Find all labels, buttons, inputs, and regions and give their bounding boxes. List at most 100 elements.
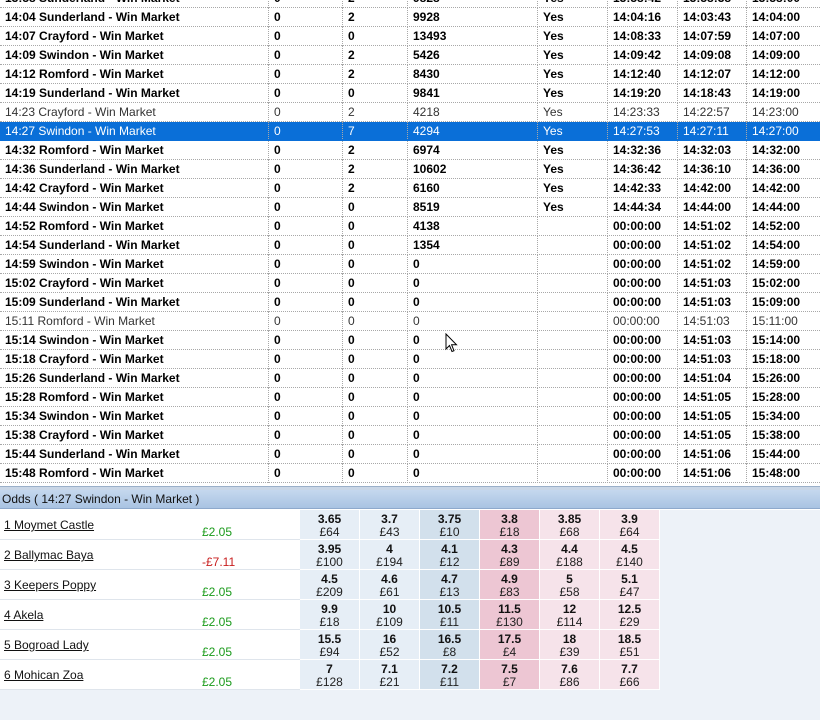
time-2-cell: 14:36:10 [677, 160, 746, 179]
runner-name-link[interactable]: 1 Moymet Castle [4, 518, 94, 532]
runner-name-cell: 3 Keepers Poppy [0, 570, 200, 600]
lay-price-cell[interactable]: 5.1 £47 [600, 570, 660, 600]
market-row[interactable]: 15:14 Swindon - Win Market 0 0 0 00:00:00 14:… [0, 331, 820, 350]
market-row[interactable]: 14:32 Romford - Win Market 0 2 6974 Yes 14:32… [0, 141, 820, 160]
back-price-cell[interactable]: 3.75 £10 [420, 510, 480, 540]
runner-name-cell: 5 Bogroad Lady [0, 630, 200, 660]
market-row[interactable]: 15:38 Crayford - Win Market 0 0 0 00:00:00 14… [0, 426, 820, 445]
runner-name-link[interactable]: 6 Mohican Zoa [4, 668, 83, 682]
back-price-cell[interactable]: 4 £194 [360, 540, 420, 570]
market-row[interactable]: 14:44 Swindon - Win Market 0 0 8519 Yes 14:44… [0, 198, 820, 217]
time-1-cell: 00:00:00 [607, 445, 677, 464]
market-name-cell: 14:27 Swindon - Win Market [5, 124, 156, 138]
runner-name-link[interactable]: 3 Keepers Poppy [4, 578, 96, 592]
matched-cell: 0 [407, 255, 537, 274]
market-row[interactable]: 14:36 Sunderland - Win Market 0 2 10602 Yes 1… [0, 160, 820, 179]
lay-price-cell[interactable]: 3.8 £18 [480, 510, 540, 540]
back-price-cell[interactable]: 10 £109 [360, 600, 420, 630]
back-price: 3.75 [437, 512, 462, 526]
market-row[interactable]: 15:34 Swindon - Win Market 0 0 0 00:00:00 14:… [0, 407, 820, 426]
time-2-cell: 14:51:05 [677, 407, 746, 426]
time-2-cell: 14:12:07 [677, 65, 746, 84]
matched-cell: 0 [407, 407, 537, 426]
market-row[interactable]: 14:04 Sunderland - Win Market 0 2 9928 Yes 14… [0, 8, 820, 27]
market-name-cell: 14:19 Sunderland - Win Market [5, 86, 180, 100]
market-row[interactable]: 14:23 Crayford - Win Market 0 2 4218 Yes 14:2… [0, 103, 820, 122]
back-price-cell[interactable]: 4.6 £61 [360, 570, 420, 600]
market-row[interactable]: 14:52 Romford - Win Market 0 0 4138 00:00:00… [0, 217, 820, 236]
lay-price-cell[interactable]: 4.9 £83 [480, 570, 540, 600]
market-row[interactable]: 15:02 Crayford - Win Market 0 0 0 00:00:00 14… [0, 274, 820, 293]
markets-grid[interactable]: 13:58 Sunderland - Win Market029828Yes13… [0, 0, 820, 489]
market-row[interactable]: 15:48 Romford - Win Market 0 0 0 00:00:00 14:… [0, 464, 820, 483]
market-row[interactable]: 13:58 Sunderland - Win Market029828Yes13… [0, 0, 820, 8]
back-price-cell[interactable]: 7.1 £21 [360, 660, 420, 690]
market-row[interactable]: 14:42 Crayford - Win Market 0 2 6160 Yes 14:4… [0, 179, 820, 198]
back-price-cell[interactable]: 16.5 £8 [420, 630, 480, 660]
time-2-cell: 14:44:00 [677, 198, 746, 217]
back-price-cell[interactable]: 4.5 £209 [300, 570, 360, 600]
back-price-cell[interactable]: 16 £52 [360, 630, 420, 660]
market-name-cell: 15:26 Sunderland - Win Market [5, 371, 180, 385]
market-row[interactable]: 15:26 Sunderland - Win Market 0 0 0 00:00:00… [0, 369, 820, 388]
lay-price-cell[interactable]: 5 £58 [540, 570, 600, 600]
back-price-cell[interactable]: 9.9 £18 [300, 600, 360, 630]
lay-size: £29 [619, 615, 640, 629]
market-row[interactable]: 14:07 Crayford - Win Market 0 0 13493 Yes 14:… [0, 27, 820, 46]
back-price-cell[interactable]: 10.5 £11 [420, 600, 480, 630]
back-price-cell[interactable]: 7.2 £11 [420, 660, 480, 690]
back-price-cell[interactable]: 7 £128 [300, 660, 360, 690]
back-price-cell[interactable]: 3.95 £100 [300, 540, 360, 570]
time-1-cell: 00:00:00 [607, 274, 677, 293]
back-price: 10 [382, 602, 397, 616]
market-row[interactable]: 15:28 Romford - Win Market 0 0 0 00:00:00 14:… [0, 388, 820, 407]
back-price-cell[interactable]: 3.65 £64 [300, 510, 360, 540]
runner-name-link[interactable]: 4 Akela [4, 608, 43, 622]
lay-price-cell[interactable]: 11.5 £130 [480, 600, 540, 630]
lay-price-cell[interactable]: 4.5 £140 [600, 540, 660, 570]
market-row[interactable]: 14:54 Sunderland - Win Market 0 0 1354 00:00… [0, 236, 820, 255]
lay-price: 7.5 [501, 662, 518, 676]
market-row[interactable]: 15:09 Sunderland - Win Market 0 0 0 00:00:00… [0, 293, 820, 312]
back-price-cell[interactable]: 4.1 £12 [420, 540, 480, 570]
back-price: 10.5 [437, 602, 462, 616]
runner-name-link[interactable]: 5 Bogroad Lady [4, 638, 89, 652]
time-1-cell: 00:00:00 [607, 217, 677, 236]
market-row[interactable]: 15:18 Crayford - Win Market 0 0 0 00:00:00 14… [0, 350, 820, 369]
profit-loss-cell: £2.05 [200, 510, 300, 540]
lay-price-cell[interactable]: 4.4 £188 [540, 540, 600, 570]
lay-price-cell[interactable]: 3.85 £68 [540, 510, 600, 540]
count-1-cell: 0 [268, 46, 342, 65]
lay-price-cell[interactable]: 18.5 £51 [600, 630, 660, 660]
count-2-cell: 0 [342, 84, 407, 103]
lay-price-cell[interactable]: 17.5 £4 [480, 630, 540, 660]
market-row[interactable]: 14:59 Swindon - Win Market 0 0 0 00:00:00 14:… [0, 255, 820, 274]
inplay-cell [537, 426, 607, 445]
back-price-cell[interactable]: 4.7 £13 [420, 570, 480, 600]
count-1-cell: 0 [268, 27, 342, 46]
lay-price-cell[interactable]: 7.7 £66 [600, 660, 660, 690]
back-price-cell[interactable]: 3.7 £43 [360, 510, 420, 540]
lay-price-cell[interactable]: 12 £114 [540, 600, 600, 630]
lay-price-cell[interactable]: 4.3 £89 [480, 540, 540, 570]
lay-price-cell[interactable]: 3.9 £64 [600, 510, 660, 540]
lay-price-cell[interactable]: 7.6 £86 [540, 660, 600, 690]
lay-size: £39 [559, 645, 580, 659]
market-row[interactable]: 15:44 Sunderland - Win Market 0 0 0 00:00:00… [0, 445, 820, 464]
market-row[interactable]: 14:19 Sunderland - Win Market 0 0 9841 Yes 14… [0, 84, 820, 103]
market-row-selected[interactable]: 14:27 Swindon - Win Market 0 7 4294 Yes 14:27… [0, 122, 820, 141]
count-1-cell: 0 [268, 198, 342, 217]
back-price-cell[interactable]: 15.5 £94 [300, 630, 360, 660]
back-price: 7.2 [441, 662, 458, 676]
time-1-cell: 14:12:40 [607, 65, 677, 84]
runner-name-link[interactable]: 2 Ballymac Baya [4, 548, 93, 562]
market-row[interactable]: 14:09 Swindon - Win Market 0 2 5426 Yes 14:09… [0, 46, 820, 65]
lay-price-cell[interactable]: 18 £39 [540, 630, 600, 660]
time-1-cell: 14:23:33 [607, 103, 677, 122]
market-row[interactable]: 14:12 Romford - Win Market 0 2 8430 Yes 14:12… [0, 65, 820, 84]
market-row[interactable]: 15:11 Romford - Win Market 0 0 0 00:00:00 14:… [0, 312, 820, 331]
lay-price-cell[interactable]: 12.5 £29 [600, 600, 660, 630]
lay-price-cell[interactable]: 7.5 £7 [480, 660, 540, 690]
lay-price: 12 [562, 602, 577, 616]
market-name-cell: 15:02 Crayford - Win Market [5, 276, 164, 290]
